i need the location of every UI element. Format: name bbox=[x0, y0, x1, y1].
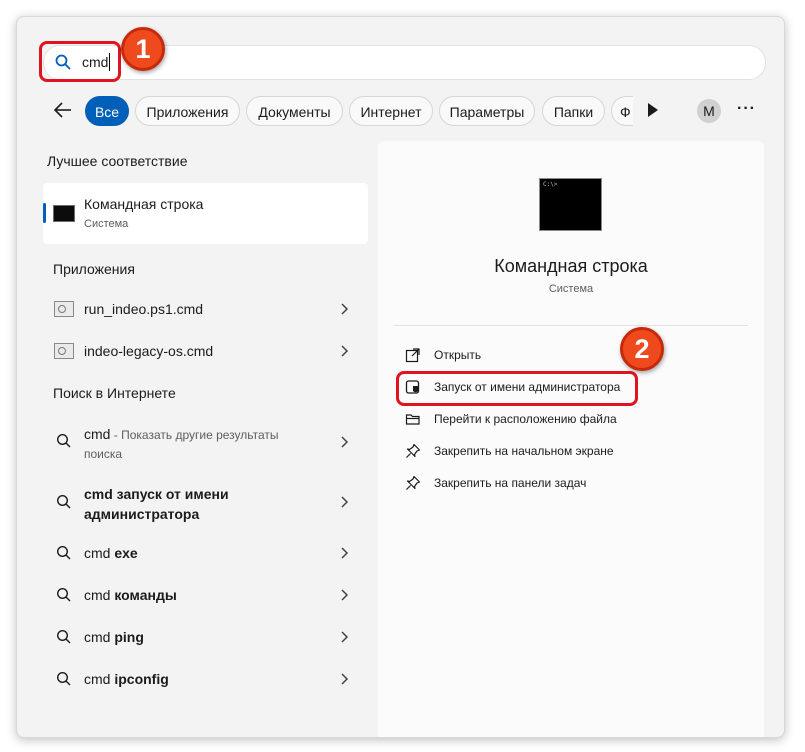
filter-chip-internet[interactable]: Интернет bbox=[349, 96, 433, 126]
selection-indicator bbox=[43, 203, 46, 223]
web-result-ipconfig[interactable]: cmd ipconfig bbox=[84, 669, 169, 689]
search-icon bbox=[56, 587, 71, 602]
chevron-right-icon[interactable] bbox=[339, 630, 349, 644]
best-match-subtitle: Система bbox=[84, 218, 129, 230]
avatar[interactable]: M bbox=[697, 99, 721, 123]
filter-chip-documents[interactable]: Документы bbox=[246, 96, 343, 126]
command-prompt-icon bbox=[53, 205, 75, 222]
action-pin-taskbar-label: Закрепить на панели задач bbox=[434, 476, 587, 490]
web-result-admin-line1[interactable]: cmd запуск от имени bbox=[84, 484, 229, 504]
action-open-label: Открыть bbox=[434, 348, 482, 362]
preview-title: Командная строка bbox=[494, 256, 648, 276]
web-query: cmd bbox=[84, 671, 111, 687]
filter-chip-settings[interactable]: Параметры bbox=[439, 96, 535, 126]
best-match-item[interactable] bbox=[43, 183, 368, 244]
app-item-run-indeo[interactable]: run_indeo.ps1.cmd bbox=[84, 301, 203, 317]
back-arrow-icon[interactable] bbox=[52, 99, 74, 121]
script-file-icon bbox=[54, 301, 74, 317]
web-result-ping[interactable]: cmd ping bbox=[84, 627, 144, 647]
web-result-more[interactable]: cmd - Показать другие результаты bbox=[84, 424, 279, 445]
web-result-commands[interactable]: cmd команды bbox=[84, 585, 177, 605]
web-query: cmd bbox=[84, 545, 111, 561]
chevron-right-icon[interactable] bbox=[339, 546, 349, 560]
divider bbox=[394, 325, 748, 326]
web-query-suffix: ping bbox=[114, 629, 144, 645]
preview-subtitle: Система bbox=[548, 283, 594, 295]
web-result-exe[interactable]: cmd exe bbox=[84, 543, 138, 563]
search-icon bbox=[56, 494, 71, 509]
web-query-hint: - Показать другие результаты bbox=[110, 428, 279, 442]
highlight-frame-search bbox=[39, 41, 121, 82]
callout-badge-2: 2 bbox=[620, 327, 664, 371]
script-file-icon bbox=[54, 343, 74, 359]
pin-icon bbox=[406, 475, 421, 490]
web-result-admin-line2[interactable]: администратора bbox=[84, 504, 199, 524]
web-search-header: Поиск в Интернете bbox=[53, 385, 176, 401]
more-options-icon[interactable]: ··· bbox=[737, 100, 756, 118]
filter-chip-all[interactable]: Все bbox=[85, 96, 129, 126]
web-query: cmd bbox=[84, 587, 111, 603]
search-icon bbox=[56, 433, 71, 448]
action-open-file-location-label: Перейти к расположению файла bbox=[434, 412, 617, 426]
app-item-indeo-legacy[interactable]: indeo-legacy-os.cmd bbox=[84, 343, 213, 359]
chevron-right-icon[interactable] bbox=[339, 302, 349, 316]
search-icon bbox=[56, 545, 71, 560]
pin-icon bbox=[406, 443, 421, 458]
chevron-right-icon[interactable] bbox=[339, 495, 349, 509]
search-icon bbox=[56, 671, 71, 686]
filter-chip-photos-partial[interactable]: Ф bbox=[611, 96, 633, 126]
chevron-right-icon[interactable] bbox=[339, 344, 349, 358]
chevron-right-icon[interactable] bbox=[339, 672, 349, 686]
chevron-right-icon[interactable] bbox=[339, 588, 349, 602]
best-match-header: Лучшее соответствие bbox=[47, 153, 188, 169]
search-icon bbox=[56, 629, 71, 644]
filter-chip-apps[interactable]: Приложения bbox=[135, 96, 240, 126]
apps-header: Приложения bbox=[53, 261, 135, 277]
web-query-suffix: ipconfig bbox=[114, 671, 169, 687]
filter-chip-folders[interactable]: Папки bbox=[542, 96, 605, 126]
best-match-title: Командная строка bbox=[84, 196, 204, 212]
web-query-hint-line2: поиска bbox=[84, 447, 123, 461]
highlight-frame-run-as-admin bbox=[396, 371, 638, 406]
action-pin-start-label: Закрепить на начальном экране bbox=[434, 444, 614, 458]
chevron-right-icon[interactable] bbox=[339, 435, 349, 449]
web-query-suffix: exe bbox=[114, 545, 138, 561]
folder-open-icon bbox=[405, 414, 420, 425]
web-query: cmd bbox=[84, 426, 111, 442]
scroll-right-icon[interactable] bbox=[648, 103, 658, 117]
web-query-suffix: команды bbox=[114, 587, 177, 603]
command-prompt-large-icon bbox=[539, 178, 602, 231]
web-query: cmd bbox=[84, 629, 111, 645]
open-external-icon bbox=[405, 348, 420, 363]
callout-badge-1: 1 bbox=[121, 27, 165, 71]
